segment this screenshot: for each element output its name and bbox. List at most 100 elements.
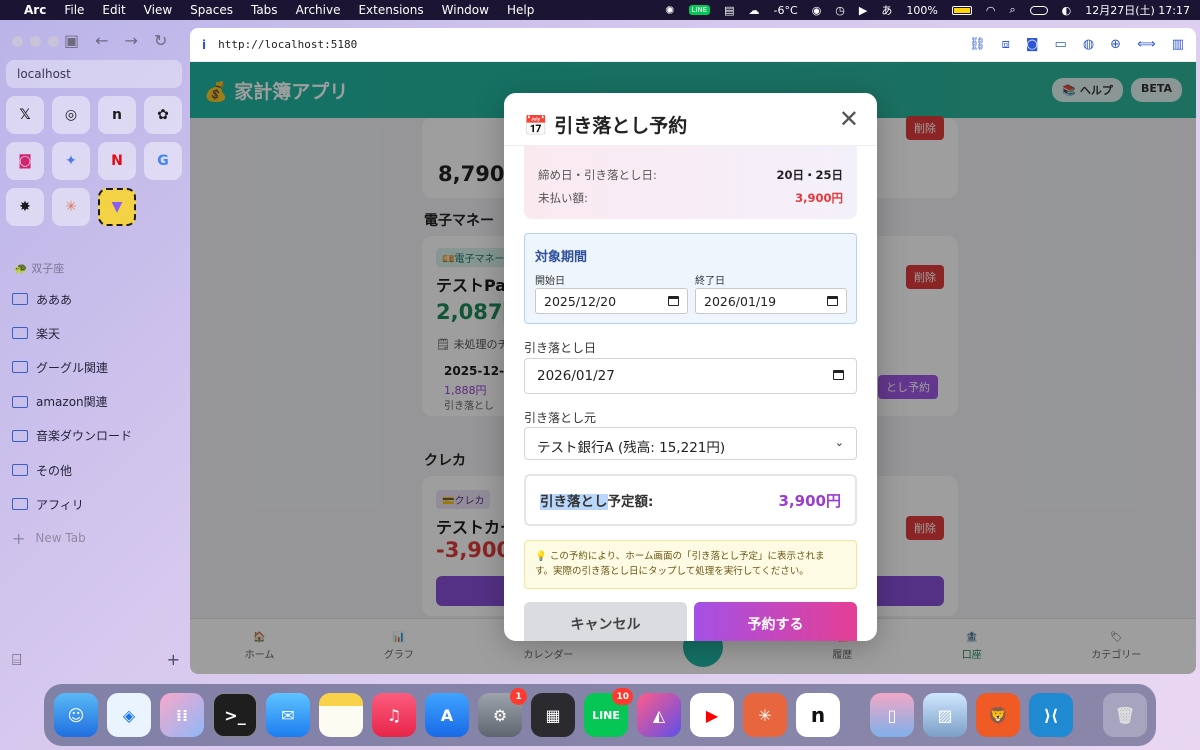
start-date-input[interactable]: 2025/12/20 bbox=[535, 288, 688, 314]
finder-icon[interactable]: ☺ bbox=[54, 693, 98, 737]
sparkle-icon[interactable]: ✺ bbox=[665, 4, 674, 17]
sidebar-toggle-icon[interactable]: ▣ bbox=[64, 31, 79, 50]
address-bar[interactable]: http://localhost:5180 bbox=[218, 38, 357, 51]
link-icon[interactable]: ⛓ bbox=[969, 37, 986, 52]
datetime[interactable]: 12月27日(土) 17:17 bbox=[1085, 2, 1190, 18]
menu-extensions[interactable]: Extensions bbox=[358, 3, 423, 17]
capture-icon[interactable]: ⧈ bbox=[1002, 37, 1010, 52]
menu-view[interactable]: View bbox=[144, 3, 172, 17]
calendar-icon[interactable] bbox=[833, 370, 844, 380]
threads-pin-icon[interactable]: ◎ bbox=[52, 96, 90, 134]
close-icon[interactable]: ✕ bbox=[839, 107, 859, 131]
notes-icon[interactable] bbox=[319, 693, 363, 737]
menu-edit[interactable]: Edit bbox=[102, 3, 125, 17]
google-pin-icon[interactable]: G bbox=[144, 142, 182, 180]
clock-icon[interactable]: ◷ bbox=[835, 4, 845, 17]
calendar-icon[interactable] bbox=[668, 296, 679, 306]
iphone-mirroring-icon[interactable]: ▯ bbox=[870, 693, 914, 737]
terminal-icon[interactable]: >_ bbox=[213, 693, 257, 737]
extensions-icon[interactable]: ⟺ bbox=[1137, 37, 1156, 52]
menu-file[interactable]: File bbox=[64, 3, 84, 17]
line-badge: 10 bbox=[612, 688, 633, 705]
archive-icon[interactable]: ⌸ bbox=[12, 650, 22, 670]
mail-icon[interactable]: ✉ bbox=[266, 693, 310, 737]
folder-item[interactable]: グーグル関連 bbox=[12, 350, 182, 384]
globe-icon[interactable]: ◍ bbox=[1083, 37, 1094, 52]
folder-item[interactable]: 楽天 bbox=[12, 316, 182, 350]
folder-item[interactable]: アフィリ bbox=[12, 487, 182, 521]
vite-pin-icon[interactable]: ▼ bbox=[98, 188, 136, 226]
scheduled-amount-label: 引き落とし予定額: bbox=[540, 490, 653, 510]
line-app-icon[interactable]: LINE 10 bbox=[584, 688, 633, 737]
folder-item[interactable]: あああ bbox=[12, 282, 182, 316]
gemini-pin-icon[interactable]: ✦ bbox=[52, 142, 90, 180]
sync-icon[interactable]: ◉ bbox=[812, 4, 822, 17]
info-note: 💡 この予約により、ホーム画面の「引き落とし予定」に表示されま す。実際の引き落… bbox=[524, 540, 857, 589]
note-app-icon[interactable]: n bbox=[796, 693, 840, 737]
launchpad-icon[interactable]: ⁞⁞ bbox=[160, 693, 204, 737]
withdraw-date-input[interactable]: 2026/01/27 bbox=[524, 358, 857, 394]
menu-archive[interactable]: Archive bbox=[296, 3, 341, 17]
app-store-icon[interactable]: A bbox=[425, 693, 469, 737]
camera-icon[interactable]: ◙ bbox=[1026, 37, 1039, 52]
claude-app-icon[interactable]: ✳ bbox=[743, 693, 787, 737]
console-icon[interactable]: ▭ bbox=[1055, 37, 1067, 52]
menu-spaces[interactable]: Spaces bbox=[190, 3, 233, 17]
forward-icon[interactable]: → bbox=[125, 31, 138, 50]
safari-icon[interactable]: ◈ bbox=[107, 693, 151, 737]
vscode-icon[interactable]: ⟩⟨ bbox=[1029, 693, 1073, 737]
amount-label-highlight: 引き落とし bbox=[540, 494, 608, 510]
menu-app[interactable]: Arc bbox=[24, 3, 46, 17]
battery-icon[interactable] bbox=[951, 5, 972, 15]
calendar-icon[interactable] bbox=[827, 296, 838, 306]
chatgpt-pin-icon[interactable]: ✿ bbox=[144, 96, 182, 134]
search-icon[interactable]: ⌕ bbox=[1009, 3, 1015, 17]
music-icon[interactable]: ♫ bbox=[372, 693, 416, 737]
note-pin-icon[interactable]: n bbox=[98, 96, 136, 134]
control-center-icon[interactable] bbox=[1029, 5, 1048, 15]
menu-tabs[interactable]: Tabs bbox=[251, 3, 278, 17]
instagram-pin-icon[interactable]: ◙ bbox=[6, 142, 44, 180]
menu-help[interactable]: Help bbox=[507, 3, 534, 17]
line-status-icon[interactable]: LINE bbox=[688, 5, 711, 15]
calculator-icon[interactable]: ▦ bbox=[531, 693, 575, 737]
openai-pin-icon[interactable]: ✸ bbox=[6, 188, 44, 226]
preview-icon[interactable]: ▨ bbox=[923, 693, 967, 737]
system-settings-icon[interactable]: ⚙ 1 bbox=[478, 688, 527, 737]
clipboard-icon[interactable]: ▤ bbox=[724, 4, 734, 17]
cancel-button[interactable]: キャンセル bbox=[524, 602, 687, 641]
pinned-tabs: 𝕏 ◎ n ✿ ◙ ✦ N G ✸ ✳ ▼ bbox=[6, 96, 186, 226]
source-account-select[interactable]: テスト銀行A (残高: 15,221円) ⌄ bbox=[524, 427, 857, 460]
reserve-button[interactable]: 予約する bbox=[694, 602, 857, 641]
siri-icon[interactable]: ◐ bbox=[1062, 4, 1072, 17]
ime-indicator[interactable]: あ bbox=[881, 2, 892, 18]
play-icon[interactable]: ▶ bbox=[859, 4, 867, 17]
reload-icon[interactable]: ↻ bbox=[154, 31, 167, 50]
folder-item[interactable]: その他 bbox=[12, 453, 182, 487]
wifi-icon[interactable]: ◠ bbox=[986, 4, 996, 17]
maximize-window-icon[interactable] bbox=[48, 36, 59, 47]
folder-item[interactable]: amazon関連 bbox=[12, 385, 182, 419]
site-info-icon[interactable]: i bbox=[202, 38, 206, 52]
brave-icon[interactable]: 🦁 bbox=[976, 693, 1020, 737]
menu-window[interactable]: Window bbox=[442, 3, 489, 17]
new-space-icon[interactable]: + bbox=[167, 650, 180, 670]
folder-item[interactable]: 音楽ダウンロード bbox=[12, 419, 182, 453]
split-view-icon[interactable]: ▥ bbox=[1172, 37, 1184, 52]
trash-icon[interactable]: 🗑 bbox=[1103, 693, 1147, 737]
netflix-pin-icon[interactable]: N bbox=[98, 142, 136, 180]
x-twitter-pin-icon[interactable]: 𝕏 bbox=[6, 96, 44, 134]
summary-key: 締め日・引き落とし日: bbox=[538, 168, 657, 182]
folder-label: その他 bbox=[36, 463, 73, 478]
end-date-input[interactable]: 2026/01/19 bbox=[695, 288, 847, 314]
close-window-icon[interactable] bbox=[12, 36, 23, 47]
arc-icon[interactable]: ◭ bbox=[637, 693, 681, 737]
youtube-icon[interactable]: ▶ bbox=[690, 693, 734, 737]
new-tab-button[interactable]: + New Tab bbox=[12, 521, 182, 555]
claude-pin-icon[interactable]: ✳ bbox=[52, 188, 90, 226]
back-icon[interactable]: ← bbox=[95, 31, 108, 50]
target-icon[interactable]: ⊕ bbox=[1110, 37, 1121, 52]
weather-icon[interactable]: ☁ bbox=[749, 4, 760, 17]
minimize-window-icon[interactable] bbox=[30, 36, 41, 47]
sidebar-url-bar[interactable]: localhost bbox=[6, 60, 182, 88]
